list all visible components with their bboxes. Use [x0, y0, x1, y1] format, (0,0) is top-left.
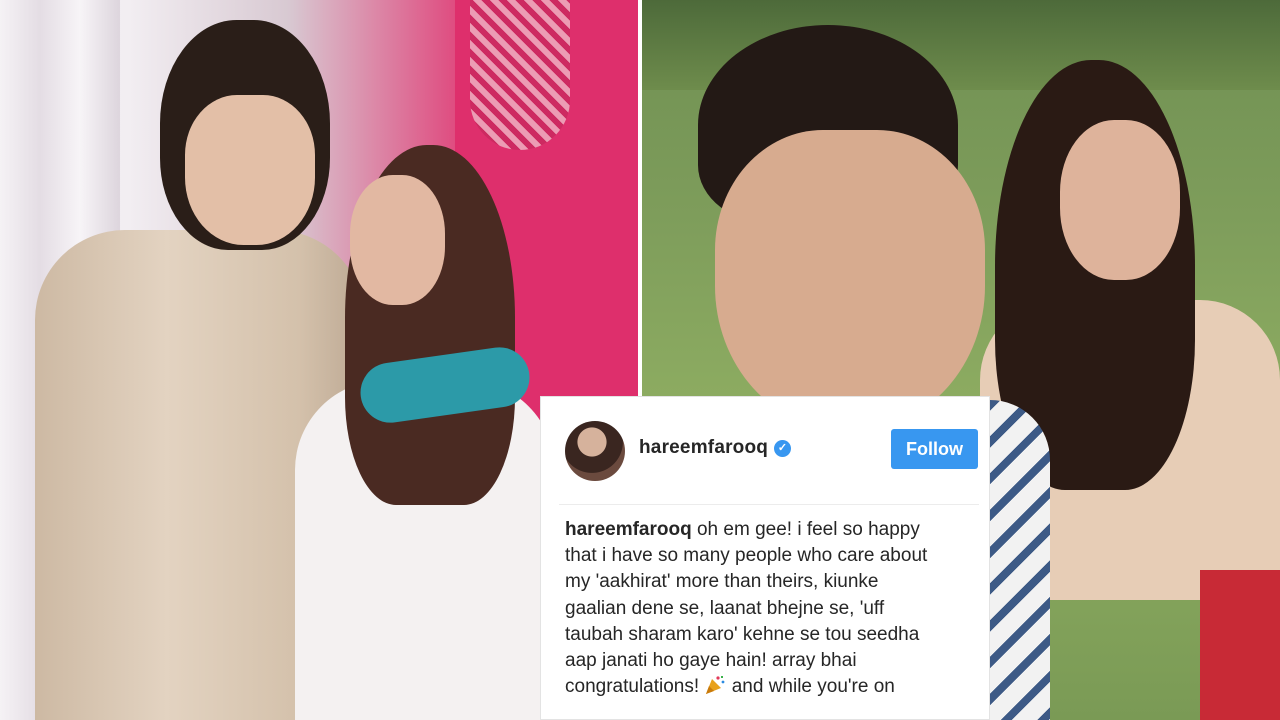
post-caption: hareemfarooq oh em gee! i feel so happy …: [565, 517, 975, 700]
party-popper-icon: [706, 676, 725, 695]
follow-button[interactable]: Follow: [891, 429, 978, 469]
caption-username[interactable]: hareemfarooq: [565, 519, 692, 540]
caption-line: aap janati ho gaye hain! array bhai: [565, 650, 857, 672]
woman-face: [350, 175, 445, 305]
caption-line: oh em gee! i feel so happy: [691, 519, 920, 540]
caption-line: congratulations!: [565, 676, 700, 698]
caption-line: my 'aakhirat' more than theirs, kiunke: [565, 571, 879, 593]
man-face: [185, 95, 315, 245]
man-face: [715, 130, 985, 430]
decoration-ornament: [470, 0, 570, 150]
red-seat: [1200, 570, 1280, 720]
caption-line: that i have so many people who care abou…: [565, 545, 928, 567]
caption-line: taubah sharam karo' kehne se tou seedha: [565, 623, 920, 645]
post-username[interactable]: hareemfarooq: [639, 437, 768, 459]
avatar[interactable]: [565, 421, 625, 481]
post-header: hareemfarooq ✓ Follow: [541, 397, 991, 505]
caption-line: and while you're on: [726, 676, 895, 698]
header-divider: [559, 504, 979, 505]
woman-face: [1060, 120, 1180, 280]
caption-line: gaalian dene se, laanat bhejne se, 'uff: [565, 597, 885, 619]
instagram-post-card: hareemfarooq ✓ Follow hareemfarooq oh em…: [540, 396, 990, 720]
verified-badge-icon: ✓: [774, 440, 791, 457]
